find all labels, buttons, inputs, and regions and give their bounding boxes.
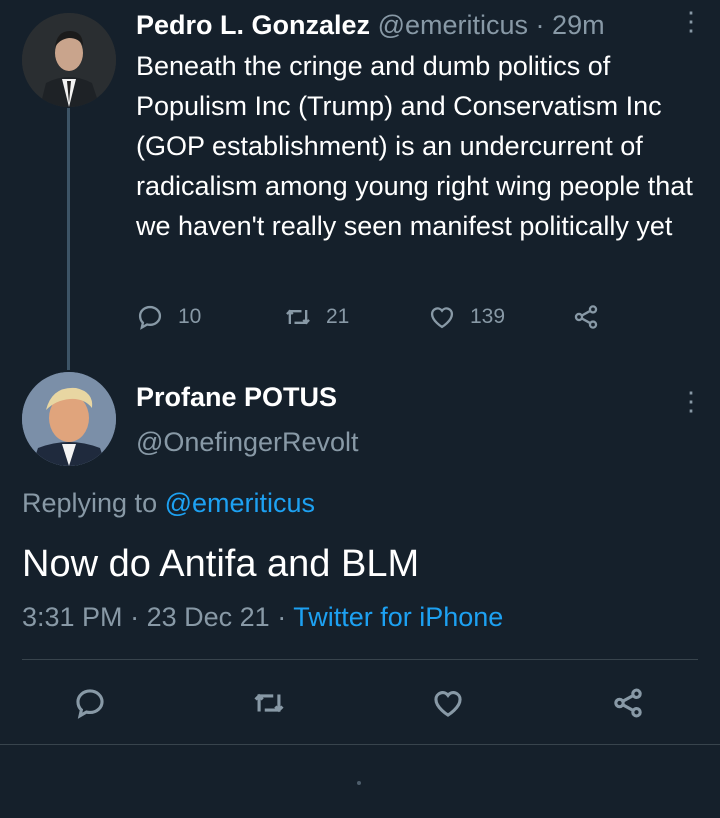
replying-to-link[interactable]: @emeriticus [165, 488, 315, 518]
author-handle[interactable]: @emeriticus [378, 10, 528, 40]
like-icon [434, 691, 462, 717]
like-button[interactable]: 139 [428, 303, 505, 331]
avatar-image [22, 372, 116, 466]
reply-button[interactable] [73, 686, 107, 725]
share-button[interactable] [572, 303, 600, 331]
like-count: 139 [470, 305, 506, 328]
avatar[interactable] [22, 372, 116, 466]
avatar-image [22, 13, 116, 107]
tweet-text: Now do Antifa and BLM [22, 543, 420, 585]
retweet-button[interactable] [252, 686, 286, 725]
retweet-button[interactable]: 21 [284, 303, 349, 331]
divider [0, 744, 720, 745]
tweet-time: 29m [552, 10, 605, 40]
like-button[interactable] [431, 686, 465, 725]
tweet-source[interactable]: Twitter for iPhone [293, 602, 503, 632]
loading-indicator [357, 781, 361, 785]
share-icon [574, 305, 598, 329]
author-name[interactable]: Pedro L. Gonzalez [136, 10, 370, 40]
retweet-icon [286, 309, 310, 325]
tweet-date: 23 Dec 21 [146, 602, 270, 632]
separator: · [130, 602, 140, 632]
retweet-icon [254, 693, 284, 713]
reply-count: 10 [178, 305, 202, 328]
author-handle[interactable]: @OnefingerRevolt [136, 427, 359, 458]
author-name[interactable]: Profane POTUS [136, 382, 337, 413]
separator: · [535, 10, 545, 40]
retweet-count: 21 [326, 305, 350, 328]
share-icon [614, 688, 642, 718]
reply-icon [76, 689, 104, 719]
replying-prefix: Replying to [22, 488, 158, 518]
reply-button[interactable]: 10 [136, 303, 201, 331]
replying-to: Replying to @emeriticus [22, 488, 315, 519]
like-icon [430, 307, 454, 329]
avatar[interactable] [22, 13, 116, 107]
divider [22, 659, 698, 660]
tweet-meta: 3:31 PM · 23 Dec 21 · Twitter for iPhone [22, 602, 503, 633]
tweet-time: 3:31 PM [22, 602, 123, 632]
more-icon[interactable]: ⋮ [678, 8, 704, 34]
parent-tweet-header: Pedro L. Gonzalez @emeriticus · 29m [136, 8, 605, 42]
more-icon[interactable]: ⋮ [678, 388, 704, 414]
tweet-text: Beneath the cringe and dumb politics of … [136, 51, 693, 241]
share-button[interactable] [611, 686, 645, 725]
thread-line [67, 108, 70, 370]
separator: · [277, 602, 287, 632]
reply-icon [138, 305, 162, 330]
